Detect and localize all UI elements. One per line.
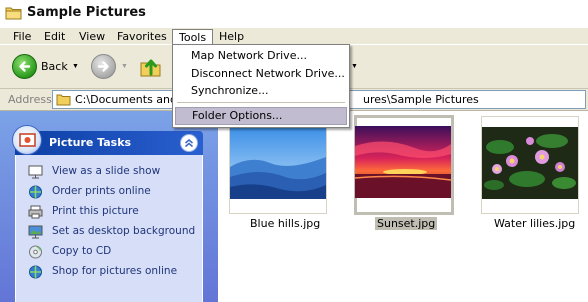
folder-icon xyxy=(56,94,71,106)
menu-item-disconnect-network-drive[interactable]: Disconnect Network Drive... xyxy=(175,65,347,83)
back-arrow-icon xyxy=(12,54,37,79)
thumbnail-area: Blue hills.jpg Sunset.jpg Water lilies.j… xyxy=(218,111,588,302)
water-lilies-image xyxy=(482,127,578,199)
cd-icon xyxy=(29,245,42,259)
back-dropdown-icon[interactable]: ▼ xyxy=(72,63,79,70)
menu-view[interactable]: View xyxy=(73,29,111,45)
menu-favorites[interactable]: Favorites xyxy=(111,29,173,45)
menu-separator xyxy=(177,102,345,103)
collapse-button[interactable] xyxy=(180,134,198,152)
menu-edit[interactable]: Edit xyxy=(38,29,71,45)
menu-tools[interactable]: Tools xyxy=(172,29,214,45)
forward-dropdown-icon[interactable]: ▼ xyxy=(121,63,128,70)
menu-bar: File Edit View Favorites Tools Help xyxy=(0,28,588,45)
back-label: Back xyxy=(41,60,68,73)
forward-button[interactable] xyxy=(91,54,116,79)
task-pane: Picture Tasks View as a slide show Order… xyxy=(0,111,218,302)
menu-item-map-network-drive[interactable]: Map Network Drive... xyxy=(175,47,347,65)
folder-up-icon[interactable] xyxy=(139,55,163,79)
task-print-this-picture[interactable]: Print this picture xyxy=(28,204,200,220)
menu-item-folder-options[interactable]: Folder Options... xyxy=(175,107,347,125)
task-copy-to-cd[interactable]: Copy to CD xyxy=(28,244,200,260)
folder-icon xyxy=(5,7,22,20)
shop-online-icon xyxy=(29,265,42,279)
chevron-up-icon xyxy=(185,139,193,148)
picture-tasks-icon xyxy=(12,125,42,155)
back-button[interactable]: Back ▼ xyxy=(10,53,80,81)
window-title: Sample Pictures xyxy=(27,5,146,20)
task-order-prints-online[interactable]: Order prints online xyxy=(28,184,200,200)
slideshow-icon xyxy=(28,165,43,179)
printer-icon xyxy=(28,205,43,219)
task-view-slide-show[interactable]: View as a slide show xyxy=(28,164,200,180)
picture-tasks-title: Picture Tasks xyxy=(49,136,132,149)
forward-arrow-icon xyxy=(97,61,109,72)
desktop-background-icon xyxy=(28,225,43,239)
order-prints-icon xyxy=(29,185,42,199)
thumbnail-sunset[interactable] xyxy=(354,115,454,215)
menu-help[interactable]: Help xyxy=(213,29,250,45)
thumbnail-label-sunset[interactable]: Sunset.jpg xyxy=(375,217,438,230)
task-shop-for-pictures-online[interactable]: Shop for pictures online xyxy=(28,264,200,280)
sunset-image xyxy=(355,126,451,198)
thumbnail-blue-hills[interactable] xyxy=(229,116,327,214)
address-path-start: C:\Documents and S xyxy=(75,93,188,106)
tools-menu: Map Network Drive... Disconnect Network … xyxy=(172,44,350,128)
thumbnail-label-water-lilies[interactable]: Water lilies.jpg xyxy=(492,217,577,230)
picture-tasks-list: View as a slide show Order prints online… xyxy=(15,155,203,302)
task-set-desktop-background[interactable]: Set as desktop background xyxy=(28,224,200,240)
thumbnail-water-lilies[interactable] xyxy=(481,116,579,214)
address-path-end: ures\Sample Pictures xyxy=(363,93,479,106)
views-dropdown-icon: ▼ xyxy=(351,63,358,70)
picture-tasks-header[interactable]: Picture Tasks xyxy=(12,125,203,155)
menu-file[interactable]: File xyxy=(7,29,37,45)
blue-hills-image xyxy=(230,127,326,199)
menu-item-synchronize[interactable]: Synchronize... xyxy=(175,82,347,100)
thumbnail-label-blue-hills[interactable]: Blue hills.jpg xyxy=(248,217,322,230)
address-label: Address xyxy=(8,93,52,106)
title-bar[interactable]: Sample Pictures xyxy=(0,0,588,28)
